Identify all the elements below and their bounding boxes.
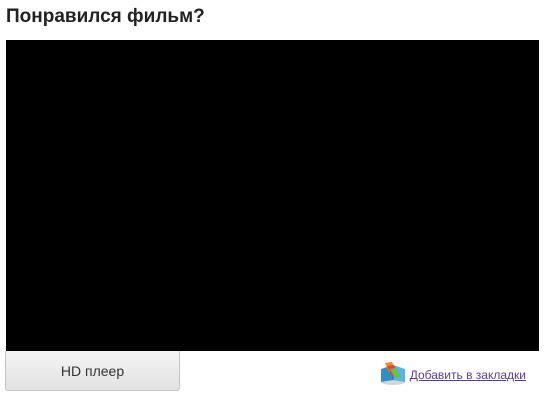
page: Понравился фильм? HD плеер Добавить в за…	[0, 0, 546, 400]
hd-player-button-label: HD плеер	[60, 362, 125, 379]
add-bookmark-link[interactable]: Добавить в закладки	[378, 360, 526, 386]
hd-player-button[interactable]: HD плеер	[5, 351, 180, 391]
bookmark-icon	[380, 362, 405, 385]
page-title: Понравился фильм?	[6, 6, 205, 27]
video-player[interactable]	[6, 40, 539, 351]
add-bookmark-label[interactable]: Добавить в закладки	[410, 368, 526, 382]
